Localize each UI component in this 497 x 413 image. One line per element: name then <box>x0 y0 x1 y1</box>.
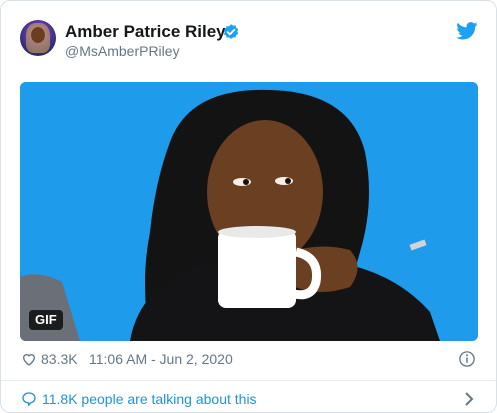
author-name[interactable]: Amber Patrice Riley <box>65 22 226 42</box>
tweet-meta: 83.3K 11:06 AM - Jun 2, 2020 <box>21 350 476 370</box>
avatar[interactable] <box>20 20 56 56</box>
chevron-right-icon[interactable] <box>464 391 474 407</box>
verified-badge-icon <box>223 24 239 39</box>
heart-icon[interactable] <box>21 351 37 367</box>
tweet-embed-card: Amber Patrice Riley @MsAmberPRiley GIF 8… <box>0 0 497 413</box>
divider <box>1 380 496 381</box>
conversation-link[interactable]: 11.8K people are talking about this <box>21 389 476 409</box>
tweet-header: Amber Patrice Riley @MsAmberPRiley <box>20 18 480 62</box>
tweet-media-gif[interactable]: GIF <box>20 82 478 341</box>
twitter-bird-icon[interactable] <box>456 22 478 40</box>
tweet-timestamp[interactable]: 11:06 AM - Jun 2, 2020 <box>89 351 233 367</box>
author-handle[interactable]: @MsAmberPRiley <box>65 43 180 59</box>
talking-count-text[interactable]: 11.8K people are talking about this <box>42 391 257 407</box>
like-count[interactable]: 83.3K <box>41 351 78 367</box>
gif-badge: GIF <box>29 310 63 330</box>
info-icon[interactable] <box>458 350 476 368</box>
speech-bubble-icon <box>22 392 36 407</box>
gif-still-image <box>20 82 478 341</box>
